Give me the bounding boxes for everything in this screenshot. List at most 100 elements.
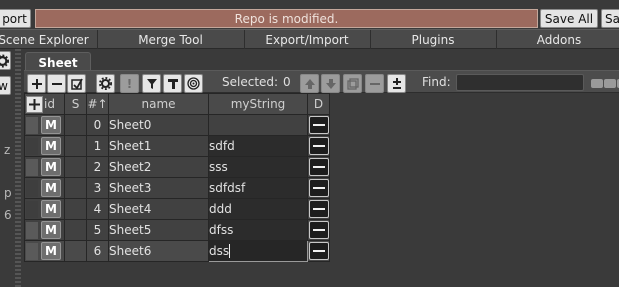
minus-icon	[312, 145, 325, 147]
header-id[interactable]: id	[24, 93, 65, 115]
row-s-cell	[64, 156, 87, 178]
row-name[interactable]: Sheet5	[108, 219, 209, 241]
member-button[interactable]: M	[41, 200, 61, 218]
row-mystring[interactable]: sdfd	[208, 135, 308, 157]
splitter-handle[interactable]	[15, 49, 21, 287]
row-name[interactable]: Sheet6	[108, 240, 209, 262]
row-s-cell	[64, 177, 87, 199]
find-option-1[interactable]	[591, 79, 603, 88]
settings-gear-button[interactable]	[0, 51, 11, 70]
row-name[interactable]: Sheet0	[108, 114, 209, 136]
side-view-button[interactable]: w	[0, 76, 11, 95]
table-row[interactable]: M 5 Sheet5 dfss	[24, 219, 330, 241]
header-mystring[interactable]: myString	[208, 93, 308, 115]
status-banner: Repo is modified.	[35, 9, 538, 28]
row-select-handle[interactable]	[26, 158, 38, 176]
target-button[interactable]	[184, 74, 203, 93]
minus-icon	[312, 229, 325, 231]
header-num[interactable]: #↑	[86, 93, 109, 115]
minus-icon	[312, 208, 325, 210]
row-id-cell: M	[24, 198, 65, 220]
find-input[interactable]	[456, 74, 584, 91]
tab-merge-tool[interactable]: Merge Tool	[97, 30, 245, 49]
header-num-label: #↑	[87, 97, 108, 111]
warning-button[interactable]: !	[120, 74, 139, 93]
main-tab-bar: Scene Explorer Merge Tool Export/Import …	[0, 29, 619, 49]
move-down-button[interactable]	[321, 74, 340, 93]
plus-icon	[31, 78, 42, 89]
table-row-selected[interactable]: M 6 Sheet6 dss	[24, 240, 330, 262]
table-row[interactable]: M 3 Sheet3 sdfdsf	[24, 177, 330, 199]
gear-icon	[0, 54, 9, 67]
row-tag-6: 6	[4, 208, 12, 222]
row-mystring[interactable]: dfss	[208, 219, 308, 241]
delete-selected-button[interactable]	[365, 74, 384, 93]
filter-button[interactable]	[142, 74, 161, 93]
exclamation-icon: !	[126, 76, 133, 91]
header-s-label: S	[71, 97, 80, 111]
tab-export-import[interactable]: Export/Import	[244, 30, 371, 49]
row-mystring[interactable]: sdfdsf	[208, 177, 308, 199]
column-type-button[interactable]	[163, 74, 182, 93]
member-button[interactable]: M	[41, 158, 61, 176]
move-up-button[interactable]	[300, 74, 319, 93]
row-mystring[interactable]: ddd	[208, 198, 308, 220]
row-delete-cell	[307, 177, 330, 199]
row-select-handle[interactable]	[26, 242, 38, 260]
table-row[interactable]: M 4 Sheet4 ddd	[24, 198, 330, 220]
row-mystring-editing[interactable]: dss	[208, 240, 308, 262]
save-all-button[interactable]: Save All	[540, 9, 598, 28]
row-select-handle[interactable]	[26, 137, 38, 155]
row-delete-cell	[307, 240, 330, 262]
member-button[interactable]: M	[41, 116, 61, 134]
export-button[interactable]: port	[0, 9, 31, 28]
table-row[interactable]: M 1 Sheet1 sdfd	[24, 135, 330, 157]
row-select-handle[interactable]	[26, 221, 38, 239]
minus-icon	[312, 124, 325, 126]
delete-row-button[interactable]	[308, 221, 329, 239]
member-button[interactable]: M	[41, 137, 61, 155]
add-column-button[interactable]	[26, 96, 43, 113]
row-name[interactable]: Sheet3	[108, 177, 209, 199]
member-button[interactable]: M	[41, 221, 61, 239]
row-name[interactable]: Sheet1	[108, 135, 209, 157]
member-button[interactable]: M	[41, 242, 61, 260]
row-index: 5	[86, 219, 109, 241]
row-index: 4	[86, 198, 109, 220]
find-option-2[interactable]	[604, 79, 616, 88]
remove-row-button[interactable]	[47, 74, 66, 93]
tab-addons[interactable]: Addons	[496, 30, 619, 49]
row-name[interactable]: Sheet2	[108, 156, 209, 178]
member-button[interactable]: M	[41, 179, 61, 197]
row-select-handle[interactable]	[26, 200, 38, 218]
delete-row-button[interactable]	[308, 242, 329, 260]
row-select-handle[interactable]	[26, 179, 38, 197]
table-row[interactable]: M 0 Sheet0	[24, 114, 330, 136]
add-remove-button[interactable]	[387, 74, 406, 93]
delete-row-button[interactable]	[308, 158, 329, 176]
copy-button[interactable]	[343, 74, 362, 93]
checkbox-edit-icon	[70, 78, 83, 90]
add-row-button[interactable]	[27, 74, 46, 93]
header-name[interactable]: name	[108, 93, 209, 115]
delete-row-button[interactable]	[308, 200, 329, 218]
tab-plugins[interactable]: Plugins	[370, 30, 497, 49]
header-s[interactable]: S	[64, 93, 87, 115]
row-select-handle[interactable]	[26, 116, 38, 134]
selected-count: 0	[283, 75, 291, 89]
sheet-settings-button[interactable]	[96, 74, 115, 93]
tab-scene-explorer[interactable]: Scene Explorer	[0, 30, 98, 49]
row-name[interactable]: Sheet4	[108, 198, 209, 220]
row-mystring[interactable]	[208, 114, 308, 136]
delete-row-button[interactable]	[308, 137, 329, 155]
header-d[interactable]: D	[307, 93, 330, 115]
table-row[interactable]: M 2 Sheet2 sss	[24, 156, 330, 178]
row-mystring[interactable]: sss	[208, 156, 308, 178]
tab-sheet[interactable]: Sheet	[25, 52, 91, 72]
delete-row-button[interactable]	[308, 179, 329, 197]
delete-row-button[interactable]	[308, 116, 329, 134]
save-button[interactable]: Sa	[601, 9, 619, 28]
row-id-cell: M	[24, 156, 65, 178]
header-d-label: D	[313, 97, 324, 111]
edit-button[interactable]	[67, 74, 86, 93]
